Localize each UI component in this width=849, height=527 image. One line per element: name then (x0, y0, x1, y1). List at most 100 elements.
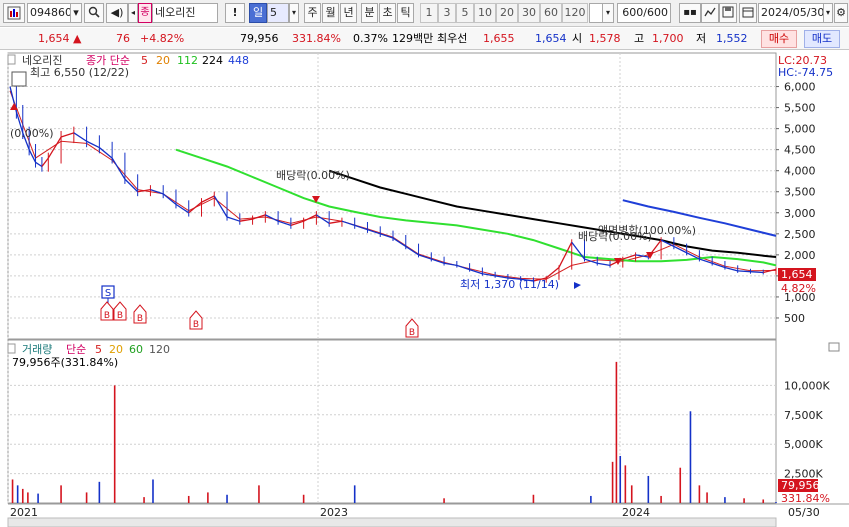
volume-bar (443, 498, 445, 503)
volume-bar (532, 494, 535, 503)
settings-icon[interactable]: ⚙ (834, 3, 848, 23)
price-segment (737, 270, 751, 273)
legend-ma20: 20 (156, 54, 170, 67)
left-pct-annotation: (0.00%) (10, 127, 54, 140)
legend-ma112: 112 (177, 54, 198, 67)
time-tick-label: 05/30 (788, 506, 820, 519)
sell-button[interactable]: 매도 (804, 30, 840, 48)
volume-bar (679, 467, 682, 503)
stock-code-input[interactable]: 094860 (27, 3, 72, 23)
volume-bar (706, 492, 708, 503)
volume-bar (37, 493, 39, 503)
link-icon[interactable]: ▪▪ (679, 3, 701, 23)
price-tick-label: 3,000 (784, 207, 816, 220)
calendar-icon[interactable] (739, 3, 757, 23)
alert-button[interactable]: ! (225, 3, 245, 23)
last-volume-pct: 331.84% (781, 492, 830, 505)
interval-20-button[interactable]: 20 (496, 3, 518, 23)
date-input[interactable]: 2024/05/30 (758, 3, 824, 23)
volume-bar (152, 479, 154, 503)
search-icon[interactable] (84, 3, 104, 23)
period-month-tab[interactable]: 월 (322, 3, 339, 23)
interval-1-button[interactable]: 1 (420, 3, 438, 23)
volume-bar (619, 455, 622, 503)
volume-value: 79,956 (240, 32, 279, 45)
volume-bar (21, 488, 24, 503)
volume-bar (302, 494, 305, 503)
save-icon[interactable] (719, 3, 737, 23)
period-second-tab[interactable]: 초 (379, 3, 396, 23)
volume-bar (207, 492, 209, 503)
time-axis: 2021 2023 2024 05/30 (10, 506, 820, 519)
volume-bar (660, 495, 662, 503)
low-annotation: 최저 1,370 (11/14) (460, 278, 559, 291)
buy-button[interactable]: 매수 (761, 30, 797, 48)
volume-bar (187, 495, 190, 503)
code-dropdown-icon[interactable]: ▾ (70, 3, 82, 23)
sound-icon[interactable]: ◀) (106, 3, 128, 23)
volume-bar (85, 492, 88, 503)
interval-dropdown-icon[interactable]: ▾ (602, 3, 614, 23)
time-tick-label: 2021 (10, 506, 38, 519)
period-day-tab[interactable]: 일 (249, 3, 267, 23)
volume-bar (27, 492, 29, 503)
legend-ma5: 5 (141, 54, 148, 67)
volume-tick-label: 10,000K (784, 379, 830, 392)
interval-60-button[interactable]: 60 (540, 3, 562, 23)
svg-text:B: B (409, 328, 415, 338)
last-volume-label: 79,956 (781, 479, 820, 492)
interval-30-button[interactable]: 30 (518, 3, 540, 23)
volume-bar (11, 479, 14, 503)
stock-name-badge: 종 (138, 3, 152, 23)
open-price: 1,578 (589, 32, 621, 45)
high-annotation: 최고 6,550 (12/22) (30, 66, 129, 79)
volume-bar (689, 411, 692, 503)
volume-tick-label: 7,500K (784, 409, 823, 422)
volume-bar (60, 485, 62, 503)
chart-menu-icon[interactable] (3, 3, 25, 23)
prev-icon[interactable]: ◂ (128, 3, 138, 23)
interval-10-button[interactable]: 10 (474, 3, 496, 23)
volume-bar (624, 465, 627, 503)
legend-vma5: 5 (95, 343, 102, 356)
price-tick-label: 2,000 (784, 249, 816, 262)
price-change-pct: +4.82% (140, 32, 185, 45)
interval-5-button[interactable]: 5 (456, 3, 474, 23)
chart-area[interactable]: 네오리진 종가 단순 5 20 112 224 448 LC:20.73 HC:… (0, 50, 849, 527)
interval-120-button[interactable]: 120 (562, 3, 588, 23)
volume-bar (611, 461, 614, 503)
volume-axis: 10,000K7,500K5,000K2,500K (784, 379, 830, 480)
price-tick-label: 3,500 (784, 186, 816, 199)
period-minute-tab[interactable]: 분 (361, 3, 378, 23)
current-price: 1,654 ▲ (38, 32, 82, 45)
period-week-tab[interactable]: 주 (304, 3, 321, 23)
ex-dividend-annotation-1: 배당락(0.00%) (276, 169, 350, 182)
volume-bar (590, 495, 592, 503)
svg-text:B: B (117, 311, 123, 321)
volume-bar (98, 481, 101, 503)
chart-type-icon[interactable] (701, 3, 719, 23)
price-tick-label: 2,500 (784, 228, 816, 241)
period-year-tab[interactable]: 년 (340, 3, 357, 23)
interval-3-button[interactable]: 3 (438, 3, 456, 23)
horizontal-scrollbar[interactable] (7, 517, 777, 527)
bar-count-total: /600 (643, 6, 668, 19)
reverse-split-annotation: 액면병합(100.00%) (598, 224, 696, 237)
price-tick-label: 500 (784, 312, 805, 325)
svg-text:B: B (193, 320, 199, 330)
price-tick-label: 5,500 (784, 102, 816, 115)
legend-vma120: 120 (149, 343, 170, 356)
volume-bar (630, 485, 633, 503)
period-num-dropdown-icon[interactable]: ▾ (289, 3, 299, 23)
period-tick-tab[interactable]: 틱 (397, 3, 414, 23)
volume-pane-toggle[interactable] (828, 342, 840, 352)
time-tick-label: 2023 (320, 506, 348, 519)
price-pane-frame (7, 52, 777, 340)
legend-volume-label: 거래량 (22, 343, 52, 356)
stock-name-field[interactable]: 네오리진 (152, 3, 218, 23)
date-dropdown-icon[interactable]: ▾ (823, 3, 833, 23)
bar-count-input[interactable]: 600/600 (617, 3, 671, 23)
interval-custom-input[interactable] (589, 3, 603, 23)
best-quote-label: 최우선 (437, 32, 468, 45)
period-num-select[interactable]: 5 (267, 3, 289, 23)
